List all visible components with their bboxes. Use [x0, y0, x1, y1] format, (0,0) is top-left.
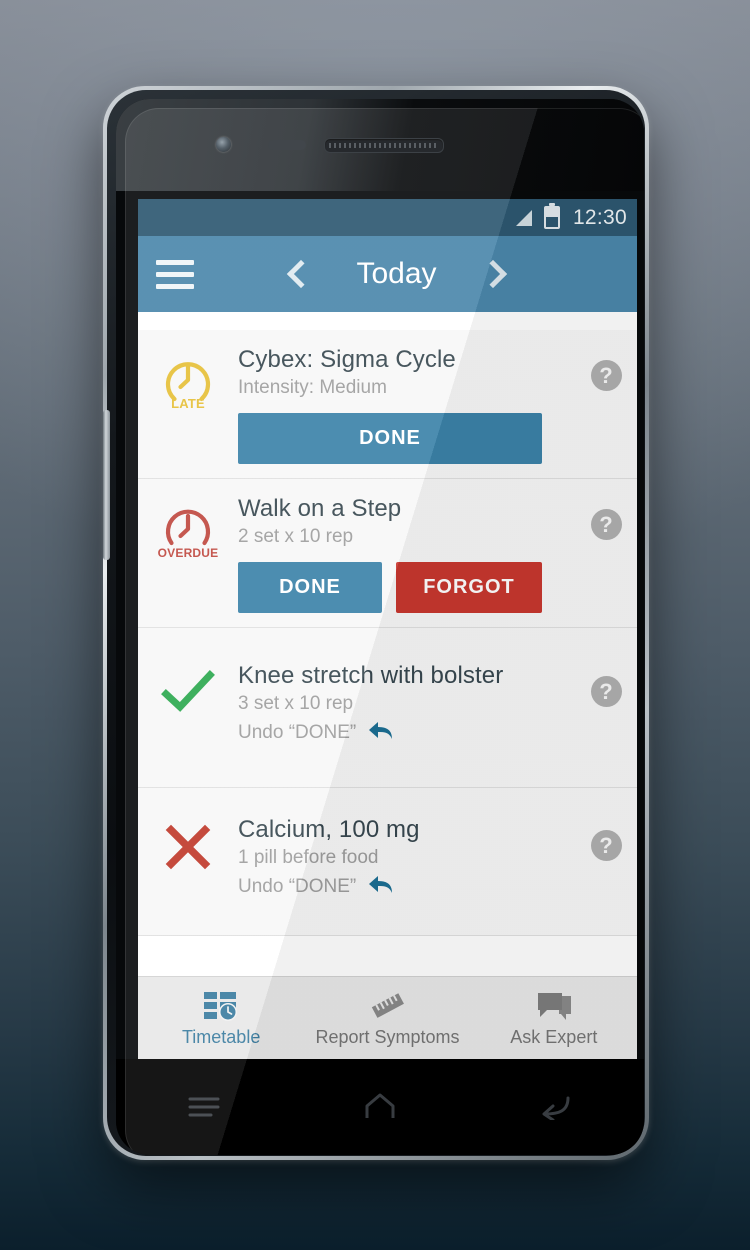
status-bar: 12:30: [138, 199, 637, 236]
task-title: Knee stretch with bolster: [238, 662, 504, 689]
timetable-clock-icon: [203, 988, 239, 1022]
task-subtitle: Intensity: Medium: [238, 377, 387, 398]
table-row[interactable]: LATE Cybex: Sigma Cycle Intensity: Mediu…: [138, 330, 637, 479]
app-bar: Today: [138, 236, 637, 312]
done-button[interactable]: DONE: [238, 413, 542, 464]
help-question-icon[interactable]: ?: [590, 676, 622, 707]
row-status-icon-cell: [138, 816, 238, 901]
task-title: Walk on a Step: [238, 495, 402, 522]
page-title: Today: [356, 257, 437, 290]
red-cross-icon: [163, 822, 213, 901]
help-question-icon[interactable]: ?: [590, 360, 622, 391]
undo-arrow-icon[interactable]: [365, 719, 395, 747]
row-help-cell: ?: [575, 495, 637, 613]
row-help-cell: ?: [575, 662, 637, 747]
row-help-cell: ?: [575, 346, 637, 464]
signal-bars-icon: [515, 209, 532, 226]
phone-top-bezel: [116, 99, 644, 191]
row-help-cell: ?: [575, 816, 637, 901]
done-button[interactable]: DONE: [238, 562, 382, 613]
earpiece-speaker-icon: [324, 138, 444, 153]
chevron-right-icon[interactable]: [478, 259, 507, 289]
status-badge: LATE: [171, 396, 205, 411]
table-row[interactable]: Knee stretch with bolster 3 set x 10 rep…: [138, 628, 637, 788]
row-content: Cybex: Sigma Cycle Intensity: Medium DON…: [238, 346, 575, 464]
task-subtitle: 2 set x 10 rep: [238, 526, 354, 547]
row-actions: DONE: [238, 413, 567, 464]
date-navigator: Today: [218, 257, 575, 291]
undo-arrow-icon[interactable]: [365, 873, 395, 901]
app-screen: 12:30 Today LATE Cybex: Sigma Cycle Inte…: [138, 199, 637, 1059]
table-row[interactable]: OVERDUE Walk on a Step 2 set x 10 rep DO…: [138, 479, 637, 628]
row-content: Calcium, 100 mg 1 pill before food Undo …: [238, 816, 575, 901]
task-title: Calcium, 100 mg: [238, 816, 420, 843]
row-actions: DONE FORGOT: [238, 562, 567, 613]
recent-apps-icon[interactable]: [116, 1094, 292, 1120]
clock-overdue-icon: OVERDUE: [157, 501, 219, 560]
task-subtitle: 3 set x 10 rep: [238, 693, 354, 714]
tab-label: Report Symptoms: [315, 1027, 460, 1047]
row-status-icon-cell: LATE: [138, 346, 238, 464]
ruler-icon: [366, 988, 408, 1022]
home-icon[interactable]: [292, 1092, 468, 1122]
task-list: LATE Cybex: Sigma Cycle Intensity: Mediu…: [138, 330, 637, 936]
help-question-icon[interactable]: ?: [590, 830, 622, 861]
tab-timetable[interactable]: Timetable: [138, 988, 304, 1048]
battery-icon: [543, 203, 560, 229]
back-arrow-icon[interactable]: [468, 1094, 644, 1120]
task-title: Cybex: Sigma Cycle: [238, 346, 456, 373]
bottom-tab-bar: Timetable Report Symptoms Ask Expert: [138, 976, 637, 1059]
help-question-icon[interactable]: ?: [590, 509, 622, 540]
volume-rocker-button[interactable]: [103, 410, 110, 560]
task-subtitle: 1 pill before food: [238, 847, 379, 868]
tab-label: Timetable: [181, 1027, 261, 1047]
earpiece-mesh: [329, 143, 439, 148]
proximity-sensor-icon: [268, 140, 306, 150]
undo-label: Undo “DONE”: [238, 876, 357, 897]
row-content: Knee stretch with bolster 3 set x 10 rep…: [238, 662, 575, 747]
chevron-left-icon[interactable]: [286, 259, 315, 289]
green-check-icon: [160, 668, 216, 747]
phone-device: 12:30 Today LATE Cybex: Sigma Cycle Inte…: [103, 86, 649, 1160]
undo-action[interactable]: Undo “DONE”: [238, 719, 567, 747]
status-badge: OVERDUE: [157, 546, 219, 560]
undo-action[interactable]: Undo “DONE”: [238, 873, 567, 901]
phone-body: 12:30 Today LATE Cybex: Sigma Cycle Inte…: [103, 90, 645, 1156]
clock-late-icon: LATE: [160, 352, 216, 411]
hamburger-menu-icon[interactable]: [156, 259, 218, 289]
row-content: Walk on a Step 2 set x 10 rep DONE FORGO…: [238, 495, 575, 613]
undo-label: Undo “DONE”: [238, 722, 357, 743]
front-camera-icon: [216, 137, 231, 152]
row-status-icon-cell: OVERDUE: [138, 495, 238, 613]
tab-label: Ask Expert: [510, 1027, 598, 1047]
android-nav-bar: [116, 1059, 644, 1155]
tab-ask-expert[interactable]: Ask Expert: [471, 988, 637, 1048]
tab-report-symptoms[interactable]: Report Symptoms: [304, 988, 470, 1048]
chat-bubbles-icon: [535, 988, 573, 1022]
forgot-button[interactable]: FORGOT: [396, 562, 542, 613]
phone-screen-area: 12:30 Today LATE Cybex: Sigma Cycle Inte…: [116, 99, 644, 1155]
status-bar-clock: 12:30: [572, 205, 627, 229]
content-top-spacer: [138, 312, 637, 330]
table-row[interactable]: Calcium, 100 mg 1 pill before food Undo …: [138, 788, 637, 936]
row-status-icon-cell: [138, 662, 238, 747]
